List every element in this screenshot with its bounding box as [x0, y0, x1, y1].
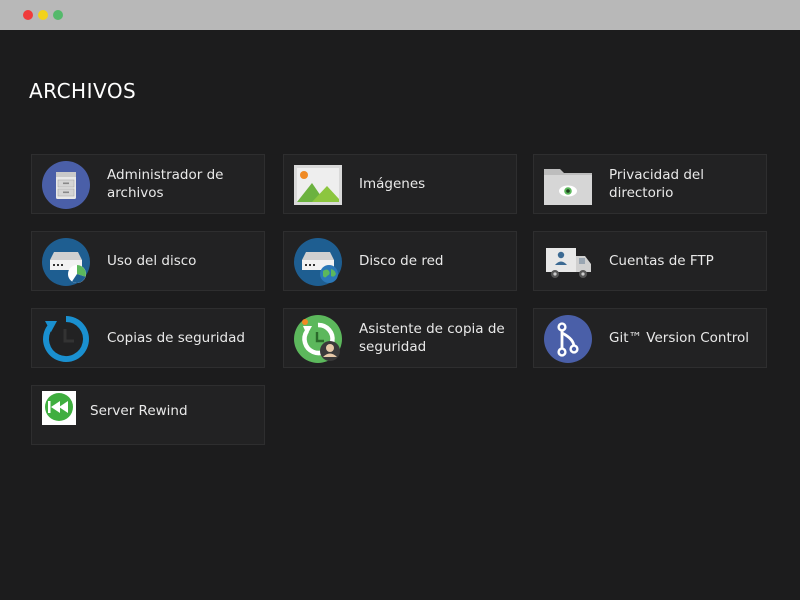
backup-clock-icon	[43, 316, 89, 362]
tile-images[interactable]: Imágenes	[283, 154, 517, 214]
tile-backup-wizard[interactable]: Asistente de copia de seguridad	[283, 308, 517, 368]
tile-directory-privacy[interactable]: Privacidad del directorio	[533, 154, 767, 214]
tile-ftp-accounts[interactable]: Cuentas de FTP	[533, 231, 767, 291]
backup-wizard-icon	[294, 315, 342, 363]
ftp-truck-icon	[546, 248, 591, 278]
tile-label: Administrador de archivos	[107, 167, 224, 201]
tile-label: Imágenes	[359, 176, 426, 192]
tile-disk-usage[interactable]: Uso del disco	[31, 231, 265, 291]
git-branch-icon	[544, 315, 592, 363]
file-cabinet-icon	[42, 161, 90, 209]
close-window-button[interactable]	[23, 10, 33, 20]
folder-eye-icon	[544, 169, 592, 205]
tile-git-version-control[interactable]: Git™ Version Control	[533, 308, 767, 368]
image-icon	[294, 165, 342, 205]
tile-label: Asistente de copia de seguridad	[359, 321, 505, 355]
tile-label: Copias de seguridad	[107, 330, 245, 346]
tile-label: Disco de red	[359, 253, 444, 269]
tile-file-manager[interactable]: Administrador de archivos	[31, 154, 265, 214]
tile-network-disk[interactable]: Disco de red	[283, 231, 517, 291]
section-title: ARCHIVOS	[29, 79, 137, 103]
tile-label: Server Rewind	[90, 403, 188, 419]
tile-label: Uso del disco	[107, 253, 197, 269]
tile-backups[interactable]: Copias de seguridad	[31, 308, 265, 368]
window-titlebar	[0, 0, 800, 30]
rewind-icon	[42, 391, 76, 425]
disk-usage-icon	[42, 238, 90, 286]
minimize-window-button[interactable]	[38, 10, 48, 20]
maximize-window-button[interactable]	[53, 10, 63, 20]
tile-label: Cuentas de FTP	[609, 253, 714, 269]
network-disk-icon	[294, 238, 342, 286]
tile-label: Git™ Version Control	[609, 330, 750, 346]
main-content: ARCHIVOS Administrador de archivos Imáge…	[0, 30, 800, 600]
tile-server-rewind[interactable]: Server Rewind	[31, 385, 265, 445]
tile-label: Privacidad del directorio	[609, 167, 704, 201]
